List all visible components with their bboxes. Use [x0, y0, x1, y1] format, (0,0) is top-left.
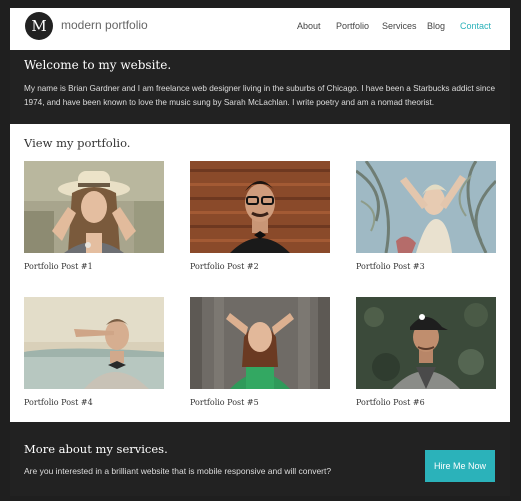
welcome-title: Welcome to my website.	[24, 58, 172, 72]
portfolio-caption-6[interactable]: Portfolio Post #6	[356, 398, 425, 407]
portfolio-item: Portfolio Post #5	[190, 297, 330, 407]
portfolio-item: Portfolio Post #3	[356, 161, 496, 271]
portfolio-item: Portfolio Post #2	[190, 161, 330, 271]
portfolio-thumbnail-1[interactable]	[24, 161, 164, 253]
portfolio-title: View my portfolio.	[24, 136, 131, 150]
welcome-section: Welcome to my website. My name is Brian …	[10, 50, 510, 124]
nav-services[interactable]: Services	[382, 21, 417, 31]
nav-contact[interactable]: Contact	[460, 21, 491, 31]
portfolio-caption-3[interactable]: Portfolio Post #3	[356, 262, 425, 271]
hire-me-button[interactable]: Hire Me Now	[425, 450, 495, 482]
portfolio-thumbnail-3[interactable]	[356, 161, 496, 253]
portfolio-thumbnail-4[interactable]	[24, 297, 164, 389]
portfolio-caption-4[interactable]: Portfolio Post #4	[24, 398, 93, 407]
portfolio-caption-1[interactable]: Portfolio Post #1	[24, 262, 93, 271]
portfolio-thumbnail-6[interactable]	[356, 297, 496, 389]
services-text: Are you interested in a brilliant websit…	[24, 466, 332, 476]
nav-about[interactable]: About	[297, 21, 321, 31]
portfolio-item: Portfolio Post #1	[24, 161, 164, 271]
page: M modern portfolio About Portfolio Servi…	[0, 0, 521, 501]
portfolio-item: Portfolio Post #4	[24, 297, 164, 407]
welcome-text: My name is Brian Gardner and I am freela…	[24, 84, 496, 107]
site-header: M modern portfolio About Portfolio Servi…	[10, 8, 510, 50]
portfolio-thumbnail-2[interactable]	[190, 161, 330, 253]
portfolio-thumbnail-5[interactable]	[190, 297, 330, 389]
portfolio-caption-2[interactable]: Portfolio Post #2	[190, 262, 259, 271]
portfolio-item: Portfolio Post #6	[356, 297, 496, 407]
main-nav: About Portfolio Services Blog Contact	[10, 21, 510, 35]
services-section: More about my services. Are you interest…	[10, 422, 510, 496]
portfolio-section: View my portfolio. Portfolio Post #1 Por…	[10, 124, 510, 422]
portfolio-caption-5[interactable]: Portfolio Post #5	[190, 398, 259, 407]
nav-portfolio[interactable]: Portfolio	[336, 21, 369, 31]
nav-blog[interactable]: Blog	[427, 21, 445, 31]
services-title: More about my services.	[24, 442, 168, 456]
